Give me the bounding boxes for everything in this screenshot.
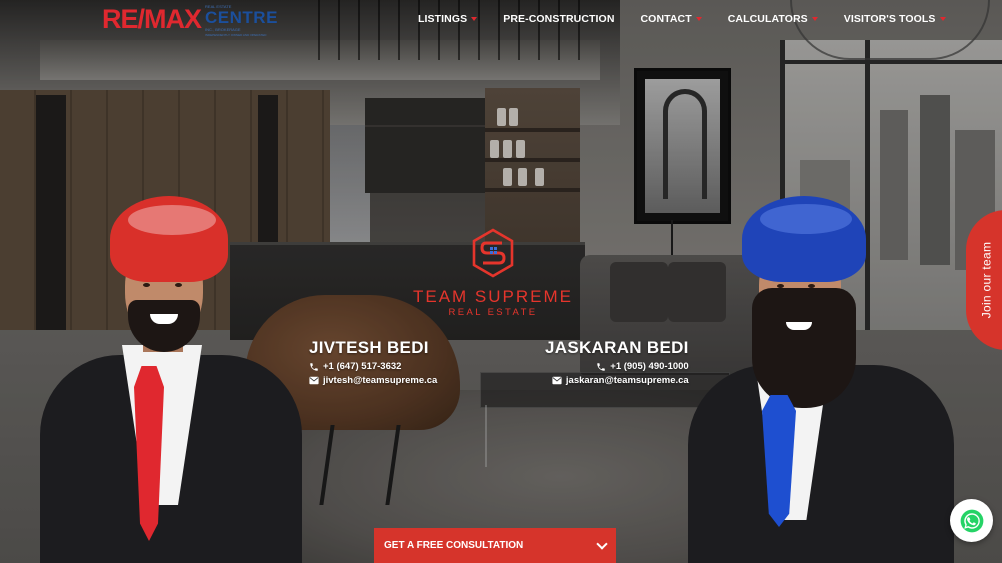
agent-phone[interactable]: +1 (905) 490-1000 bbox=[545, 361, 689, 372]
nav-visitors-tools[interactable]: VISITOR'S TOOLS bbox=[844, 13, 946, 25]
main-nav: LISTINGS PRE-CONSTRUCTION CONTACT CALCUL… bbox=[418, 13, 972, 25]
chevron-down-icon bbox=[695, 17, 702, 21]
nav-listings[interactable]: LISTINGS bbox=[418, 13, 478, 25]
whatsapp-icon bbox=[960, 509, 983, 532]
agent-phone-text: +1 (647) 517-3632 bbox=[323, 361, 402, 372]
logo-tagline: INDEPENDENTLY OWNED AND OPERATED bbox=[205, 33, 267, 37]
agent-phone[interactable]: +1 (647) 517-3632 bbox=[309, 361, 437, 372]
agent-phone-text: +1 (905) 490-1000 bbox=[610, 361, 689, 372]
nav-calculators[interactable]: CALCULATORS bbox=[728, 13, 818, 25]
team-supreme-logo-icon bbox=[472, 228, 514, 278]
agent-card-jaskaran: JASKARAN BEDI +1 (905) 490-1000 jaskaran… bbox=[545, 338, 689, 386]
email-icon bbox=[309, 376, 319, 385]
logo-centre-text: CENTRE bbox=[205, 8, 278, 27]
agent-card-jivtesh: JIVTESH BEDI +1 (647) 517-3632 jivtesh@t… bbox=[309, 338, 437, 386]
free-consultation-label: GET A FREE CONSULTATION bbox=[384, 540, 524, 551]
nav-listings-label: LISTINGS bbox=[418, 13, 468, 25]
brand-subtitle: REAL ESTATE bbox=[448, 307, 538, 318]
remax-centre-logo[interactable]: RE/MAX REAL ESTATE CENTRE INC., BROKERAG… bbox=[102, 4, 278, 38]
brand-name: TEAM SUPREME bbox=[412, 287, 574, 306]
whatsapp-button[interactable] bbox=[950, 499, 993, 542]
chevron-down-icon bbox=[811, 17, 818, 21]
join-our-team-label: Join our team bbox=[979, 241, 994, 319]
agent-email-text: jaskaran@teamsupreme.ca bbox=[565, 375, 689, 386]
phone-icon bbox=[597, 362, 606, 371]
join-our-team-tab[interactable]: Join our team bbox=[966, 210, 1002, 350]
nav-contact[interactable]: CONTACT bbox=[641, 13, 702, 25]
chevron-down-icon bbox=[596, 537, 608, 550]
agent-name: JIVTESH BEDI bbox=[309, 338, 429, 357]
nav-contact-label: CONTACT bbox=[640, 13, 692, 25]
nav-pre-construction[interactable]: PRE-CONSTRUCTION bbox=[503, 13, 614, 25]
site-header: RE/MAX REAL ESTATE CENTRE INC., BROKERAG… bbox=[0, 0, 1002, 40]
chevron-down-icon bbox=[471, 17, 478, 21]
team-supreme-brand: TEAM SUPREME REAL ESTATE bbox=[398, 228, 588, 318]
agent-email[interactable]: jaskaran@teamsupreme.ca bbox=[545, 375, 689, 386]
agent-name: JASKARAN BEDI bbox=[545, 338, 689, 357]
logo-remax-text: RE/MAX bbox=[102, 4, 202, 34]
phone-icon bbox=[310, 362, 318, 371]
nav-pre-construction-label: PRE-CONSTRUCTION bbox=[503, 13, 615, 25]
nav-visitors-tools-label: VISITOR'S TOOLS bbox=[843, 13, 936, 25]
chevron-down-icon bbox=[939, 17, 946, 21]
agent-email-text: jivtesh@teamsupreme.ca bbox=[323, 375, 438, 386]
email-icon bbox=[552, 376, 562, 385]
agent-email[interactable]: jivtesh@teamsupreme.ca bbox=[309, 375, 437, 386]
free-consultation-button[interactable]: GET A FREE CONSULTATION bbox=[374, 528, 616, 563]
nav-calculators-label: CALCULATORS bbox=[727, 13, 808, 25]
